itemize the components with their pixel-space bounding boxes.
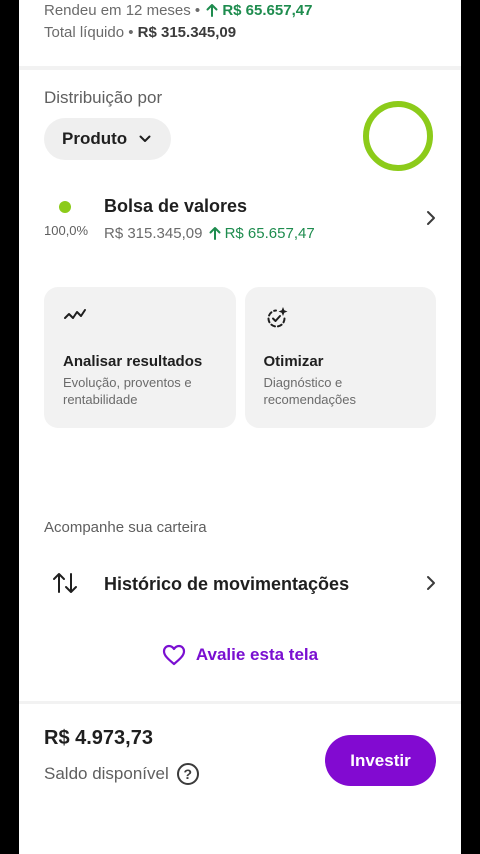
- section-divider: [19, 66, 461, 70]
- card-title: Analisar resultados: [63, 353, 203, 370]
- portfolio-summary: Rendeu em 12 meses • R$ 65.657,47 Total …: [44, 0, 444, 44]
- distribution-selector[interactable]: Produto: [44, 118, 171, 160]
- rate-screen-label: Avalie esta tela: [195, 645, 319, 664]
- arrow-up-icon: [206, 4, 218, 17]
- transaction-history-row[interactable]: Histórico de movimentações: [44, 563, 436, 607]
- asset-percent: 100,0%: [44, 223, 89, 238]
- total-label: Total líquido •: [44, 24, 134, 41]
- yield-label: Rendeu em 12 meses •: [44, 2, 201, 19]
- trend-icon: [64, 309, 86, 319]
- yield-line: Rendeu em 12 meses • R$ 65.657,47: [44, 0, 444, 22]
- asset-color-dot: [59, 201, 71, 213]
- swap-vertical-icon: [53, 573, 77, 593]
- invest-button[interactable]: Investir: [325, 735, 436, 786]
- chevron-right-icon: [427, 576, 435, 590]
- asset-row-bolsa[interactable]: 100,0% Bolsa de valores R$ 315.345,09 R$…: [44, 190, 436, 250]
- balance-label-row: Saldo disponível ?: [44, 763, 199, 785]
- available-balance: R$ 4.973,73: [44, 727, 153, 749]
- app-screen: Rendeu em 12 meses • R$ 65.657,47 Total …: [19, 0, 461, 854]
- distribution-selector-label: Produto: [62, 129, 128, 148]
- sparkle-refresh-icon: [267, 307, 287, 328]
- optimize-card[interactable]: Otimizar Diagnóstico e recomendações: [244, 287, 436, 428]
- chevron-down-icon: [139, 135, 151, 142]
- distribution-label: Distribuição por: [44, 88, 163, 107]
- asset-gain: R$ 65.657,47: [224, 225, 315, 242]
- asset-value: R$ 315.345,09: [104, 225, 203, 242]
- distribution-donut-chart: [363, 101, 433, 171]
- balance-label: Saldo disponível: [44, 764, 169, 783]
- asset-values: R$ 315.345,09 R$ 65.657,47: [104, 225, 315, 242]
- rate-screen-link[interactable]: Avalie esta tela: [19, 644, 461, 666]
- arrow-up-icon: [209, 227, 221, 240]
- history-label: Histórico de movimentações: [104, 574, 350, 594]
- card-subtitle: Diagnóstico e recomendações: [263, 375, 357, 407]
- card-title: Otimizar: [263, 353, 324, 370]
- analyze-results-card[interactable]: Analisar resultados Evolução, proventos …: [44, 287, 236, 428]
- yield-value: R$ 65.657,47: [222, 2, 313, 19]
- total-value: R$ 315.345,09: [137, 24, 237, 41]
- card-subtitle: Evolução, proventos e rentabilidade: [63, 375, 192, 407]
- footer-divider: [19, 701, 461, 704]
- section-heading: Acompanhe sua carteira: [44, 519, 207, 536]
- asset-name: Bolsa de valores: [104, 196, 248, 216]
- action-cards: Analisar resultados Evolução, proventos …: [44, 287, 436, 428]
- chevron-right-icon: [427, 211, 435, 225]
- total-line: Total líquido • R$ 315.345,09: [44, 22, 444, 44]
- heart-icon: [162, 644, 185, 666]
- help-icon[interactable]: ?: [176, 763, 199, 785]
